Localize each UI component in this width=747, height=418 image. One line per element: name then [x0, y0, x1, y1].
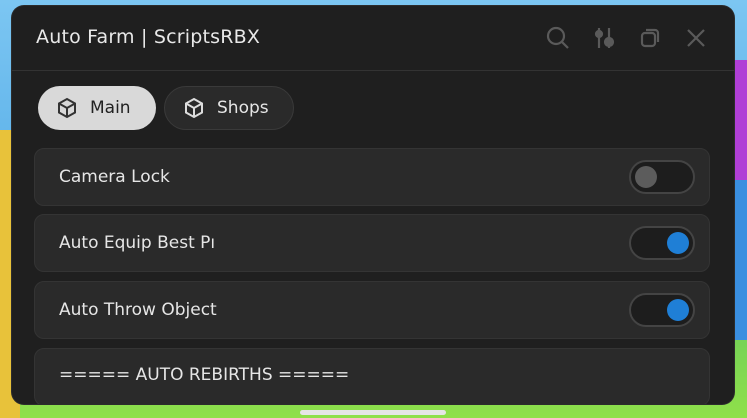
cube-icon	[54, 95, 80, 121]
camera-lock-toggle[interactable]	[629, 160, 695, 194]
auto-equip-toggle[interactable]	[629, 226, 695, 260]
minimize-icon[interactable]	[636, 24, 664, 52]
cube-icon	[181, 95, 207, 121]
toggle-knob	[667, 299, 689, 321]
toggle-label: Auto Throw Object	[59, 300, 217, 320]
section-header-auto-rebirths: ===== AUTO REBIRTHS =====	[34, 348, 710, 404]
toggle-label: Auto Equip Best Pı	[59, 233, 216, 253]
section-label: ===== AUTO REBIRTHS =====	[59, 365, 350, 385]
toggle-knob	[667, 232, 689, 254]
toggle-label: Camera Lock	[59, 167, 170, 187]
title-bar-controls	[544, 24, 710, 52]
title-bar[interactable]: Auto Farm | ScriptsRBX	[12, 6, 734, 71]
script-window: Auto Farm | ScriptsRBX Main Shops Camera…	[12, 6, 734, 404]
tab-shops[interactable]: Shops	[164, 86, 294, 130]
auto-throw-toggle[interactable]	[629, 293, 695, 327]
window-title: Auto Farm | ScriptsRBX	[36, 26, 261, 48]
toggle-knob	[635, 166, 657, 188]
toggle-row-camera-lock[interactable]: Camera Lock	[34, 148, 710, 206]
home-indicator[interactable]	[300, 410, 446, 415]
tab-shops-label: Shops	[217, 98, 269, 118]
close-icon[interactable]	[682, 24, 710, 52]
search-icon[interactable]	[544, 24, 572, 52]
tab-main-label: Main	[90, 98, 131, 118]
tab-bar: Main Shops	[38, 86, 294, 130]
game-background-right-2	[733, 180, 747, 340]
tab-main[interactable]: Main	[38, 86, 156, 130]
game-background-right	[733, 60, 747, 180]
toggle-row-auto-throw[interactable]: Auto Throw Object	[34, 281, 710, 339]
sliders-icon[interactable]	[590, 24, 618, 52]
toggle-row-auto-equip[interactable]: Auto Equip Best Pı	[34, 214, 710, 272]
